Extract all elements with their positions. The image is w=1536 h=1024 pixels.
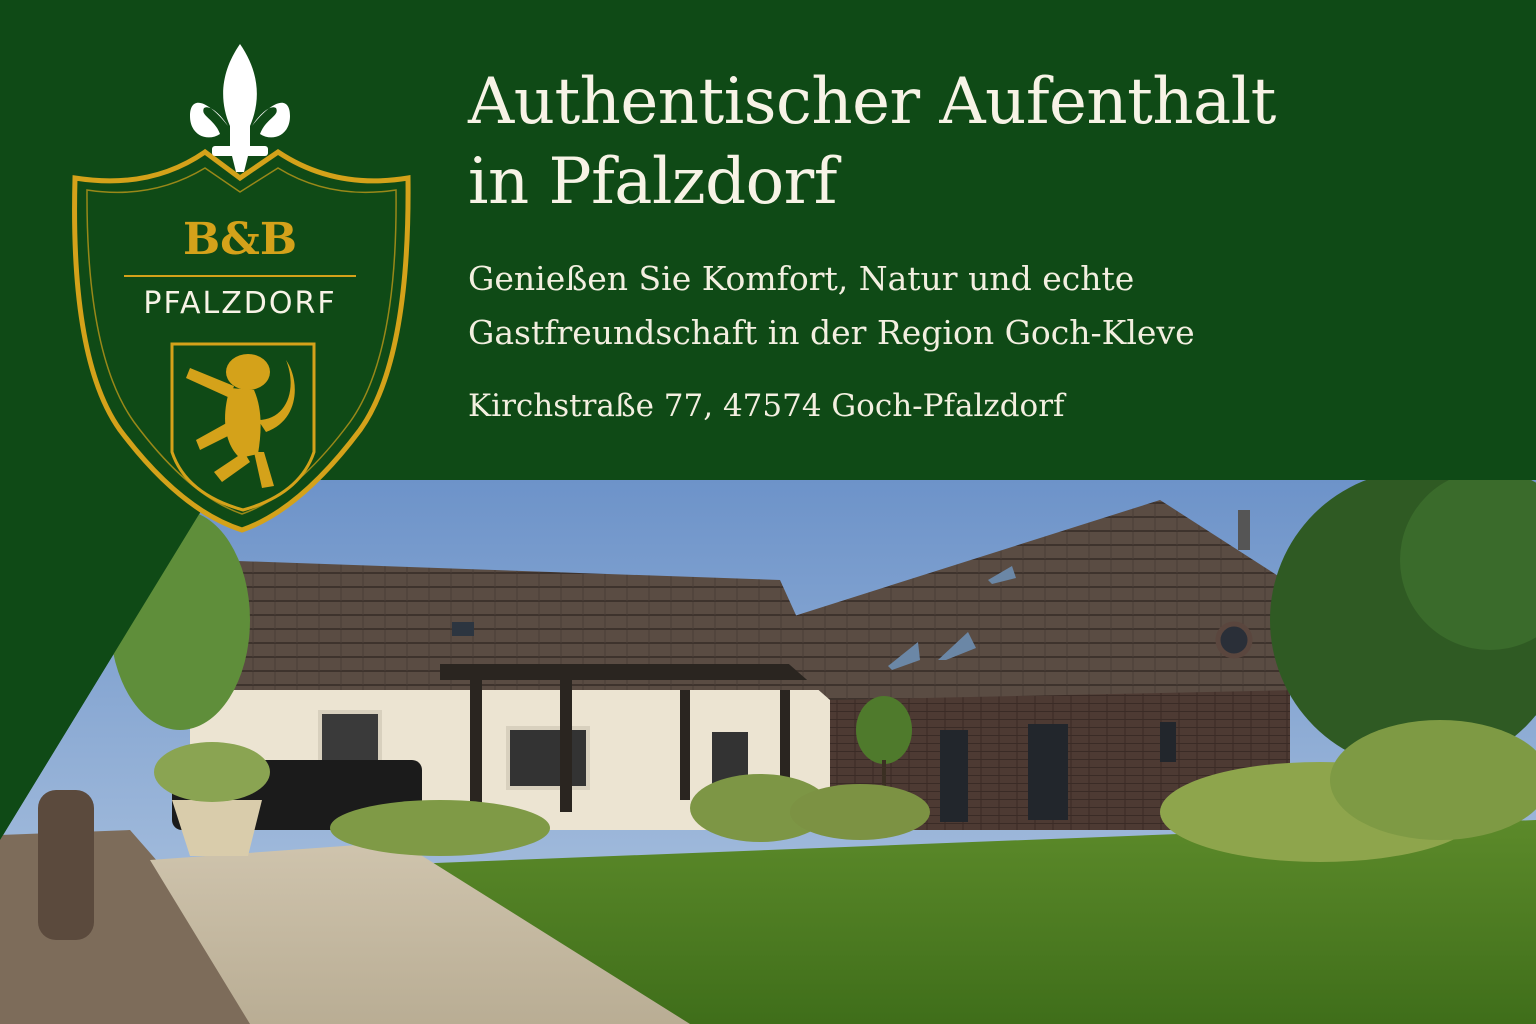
tagline-line-1: Genießen Sie Komfort, Natur und echte <box>468 259 1135 298</box>
headline-line-2: in Pfalzdorf <box>468 145 837 219</box>
address: Kirchstraße 77, 47574 Goch-Pfalzdorf <box>468 388 1065 424</box>
tagline-line-2: Gastfreundschaft in der Region Goch-Klev… <box>468 313 1195 352</box>
photo-region <box>0 470 1536 1024</box>
logo-title: B&B <box>182 214 298 265</box>
tagline: Genießen Sie Komfort, Natur und echte Ga… <box>468 252 1508 360</box>
headline-line-1: Authentischer Aufenthalt <box>468 65 1276 139</box>
logo-subtitle: PFALZDORF <box>143 286 337 321</box>
logo-text: B&B PFALZDORF <box>124 210 356 324</box>
banner: B&B PFALZDORF Authentischer Aufenthalt i… <box>0 0 1536 1024</box>
headline: Authentischer Aufenthalt in Pfalzdorf <box>468 62 1508 222</box>
